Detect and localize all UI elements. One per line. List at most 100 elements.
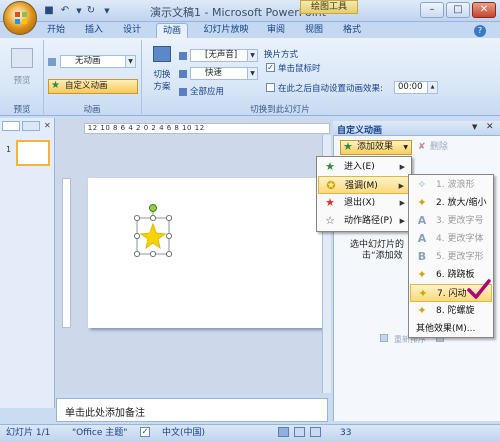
exit-star-icon: ★ <box>325 196 335 209</box>
vertical-ruler <box>62 178 71 328</box>
annotation-checkmark-icon <box>467 279 491 299</box>
tab-design[interactable]: 设计 <box>120 23 144 38</box>
tab-review[interactable]: 审阅 <box>264 23 288 38</box>
submenu-arrow-icon: ▶ <box>399 199 405 207</box>
emphasis-submenu: ✧ 1. 波浪形 ✦ 2. 放大/缩小 A 3. 更改字号 A 4. 更改字体 … <box>408 174 494 338</box>
tab-format[interactable]: 格式 <box>340 23 364 38</box>
spellcheck-icon[interactable]: ✓ <box>140 427 150 437</box>
menu-item-exit[interactable]: ★ 退出(X) ▶ <box>318 194 410 212</box>
menu-item-exit-label: 退出(X) <box>344 198 376 208</box>
minimize-button[interactable]: – <box>420 2 444 18</box>
sound-combo-value: [无声音] <box>205 50 238 60</box>
undo-icon[interactable]: ↶ <box>58 4 72 18</box>
group-label-preview: 预览 <box>13 105 31 115</box>
font-size-icon: A <box>417 214 427 227</box>
chevron-down-icon: ▼ <box>403 144 408 151</box>
emphasis-more-effects[interactable]: 其他效果(M)... <box>410 320 492 338</box>
tab-insert[interactable]: 插入 <box>82 23 106 38</box>
sound-icon <box>179 52 187 60</box>
slide-canvas[interactable] <box>88 178 324 328</box>
teeter-icon: ✦ <box>417 268 427 281</box>
menu-item-motion-path-label: 动作路径(P) <box>344 216 393 226</box>
emphasis-item-8[interactable]: ✦ 8. 陀螺旋 <box>410 302 492 320</box>
add-effect-menu: ★ 进入(E) ▶ ✪ 强调(M) ▶ ★ 退出(X) ▶ ☆ 动作路径(P) … <box>316 156 412 232</box>
animation-icon <box>48 58 56 66</box>
emphasis-item-2-label: 2. 放大/缩小 <box>436 198 487 208</box>
emphasis-item-3[interactable]: A 3. 更改字号 <box>410 212 492 230</box>
emphasis-item-1[interactable]: ✧ 1. 波浪形 <box>410 176 492 194</box>
ruler-marks: 12 10 8 6 4 2 0 2 4 6 8 10 12 <box>87 124 205 132</box>
apply-all-button[interactable]: 全部应用 <box>179 86 224 98</box>
tab-home[interactable]: 开始 <box>44 23 68 38</box>
notes-pane[interactable]: 单击此处添加备注 <box>56 398 328 422</box>
spinner-icon: ▲ <box>427 82 437 93</box>
on-click-checkbox[interactable]: ✓ <box>266 63 275 72</box>
slideshow-icon[interactable] <box>310 427 321 437</box>
maximize-button[interactable]: □ <box>446 2 470 18</box>
group-separator <box>141 40 142 114</box>
star-icon: ★ <box>51 80 60 91</box>
redo-icon[interactable]: ↻ <box>84 4 98 18</box>
office-logo-icon <box>15 12 27 24</box>
task-pane-title: 自定义动画 <box>337 126 383 136</box>
help-icon[interactable]: ? <box>474 25 486 37</box>
outline-tab[interactable] <box>22 121 40 131</box>
move-up-icon[interactable] <box>380 334 388 342</box>
delete-effect-label: 删除 <box>430 142 449 152</box>
save-icon[interactable]: ■ <box>42 4 56 18</box>
menu-item-emphasis-label: 强调(M) <box>345 181 378 191</box>
auto-after-time-input[interactable]: 00:00 ▲ <box>394 81 438 94</box>
emphasis-item-1-label: 1. 波浪形 <box>436 180 475 190</box>
speed-combo[interactable]: 快速 ▼ <box>190 67 258 80</box>
emphasis-item-2[interactable]: ✦ 2. 放大/缩小 <box>410 194 492 212</box>
transition-scheme-button[interactable]: 切换 方案 <box>147 44 177 104</box>
add-effect-label: 添加效果 <box>357 142 394 152</box>
delete-icon: ✘ <box>418 142 426 152</box>
preview-button[interactable]: 预览 <box>8 46 36 96</box>
spin-icon: ✦ <box>417 304 427 317</box>
tab-slideshow[interactable]: 幻灯片放映 <box>200 23 252 38</box>
menu-item-emphasis[interactable]: ✪ 强调(M) ▶ <box>318 176 410 194</box>
tab-view[interactable]: 视图 <box>302 23 326 38</box>
group-label-animations: 动画 <box>83 105 101 115</box>
emphasis-item-4[interactable]: A 4. 更改字体 <box>410 230 492 248</box>
emphasis-star-icon: ✪ <box>326 179 336 192</box>
task-pane-close-icon[interactable]: ✕ <box>486 122 494 132</box>
on-click-label: 单击鼠标时 <box>278 64 321 74</box>
apply-all-icon <box>179 87 187 96</box>
slide-sorter-icon[interactable] <box>294 427 305 437</box>
close-button[interactable]: ✕ <box>472 2 496 18</box>
slide-number: 1 <box>6 145 12 154</box>
entrance-star-icon: ★ <box>325 160 335 173</box>
context-tab-group-label: 绘图工具 <box>300 0 358 14</box>
close-pane-icon[interactable]: ✕ <box>44 121 51 130</box>
flicker-icon: ✦ <box>418 287 428 300</box>
delete-effect-button[interactable]: ✘ 删除 <box>416 140 458 155</box>
preview-icon <box>11 48 33 68</box>
slides-tab[interactable] <box>2 121 20 131</box>
chevron-down-icon: ▼ <box>247 68 257 79</box>
emphasis-item-5[interactable]: B 5. 更改字形 <box>410 248 492 266</box>
slide-thumbnail[interactable] <box>16 140 50 166</box>
add-effect-star-icon: ★ <box>343 140 353 153</box>
menu-item-entrance-label: 进入(E) <box>344 162 375 172</box>
notes-placeholder: 单击此处添加备注 <box>65 408 145 419</box>
status-zoom: 33 <box>340 428 352 438</box>
animation-combo[interactable]: 无动画 ▼ <box>60 55 136 68</box>
menu-item-motion-path[interactable]: ☆ 动作路径(P) ▶ <box>318 212 410 230</box>
sound-combo[interactable]: [无声音] ▼ <box>190 49 258 62</box>
status-slide-info: 幻灯片 1/1 <box>6 428 51 438</box>
emphasis-item-4-label: 4. 更改字体 <box>436 234 484 244</box>
office-button[interactable] <box>3 1 37 35</box>
selected-star-shape[interactable] <box>132 202 176 262</box>
advance-slide-heading: 换片方式 <box>264 50 299 60</box>
task-pane-options-icon[interactable]: ▼ <box>472 123 477 131</box>
customize-qat-icon[interactable]: ▼ <box>100 4 114 18</box>
chevron-down-icon: ▼ <box>247 50 257 61</box>
custom-animation-button[interactable]: 自定义动画 <box>48 79 138 94</box>
transition-scheme-icon <box>153 46 171 62</box>
tab-animations[interactable]: 动画 <box>156 23 188 38</box>
menu-item-entrance[interactable]: ★ 进入(E) ▶ <box>318 158 410 176</box>
normal-view-icon[interactable] <box>278 427 289 437</box>
auto-after-checkbox[interactable] <box>266 83 275 92</box>
